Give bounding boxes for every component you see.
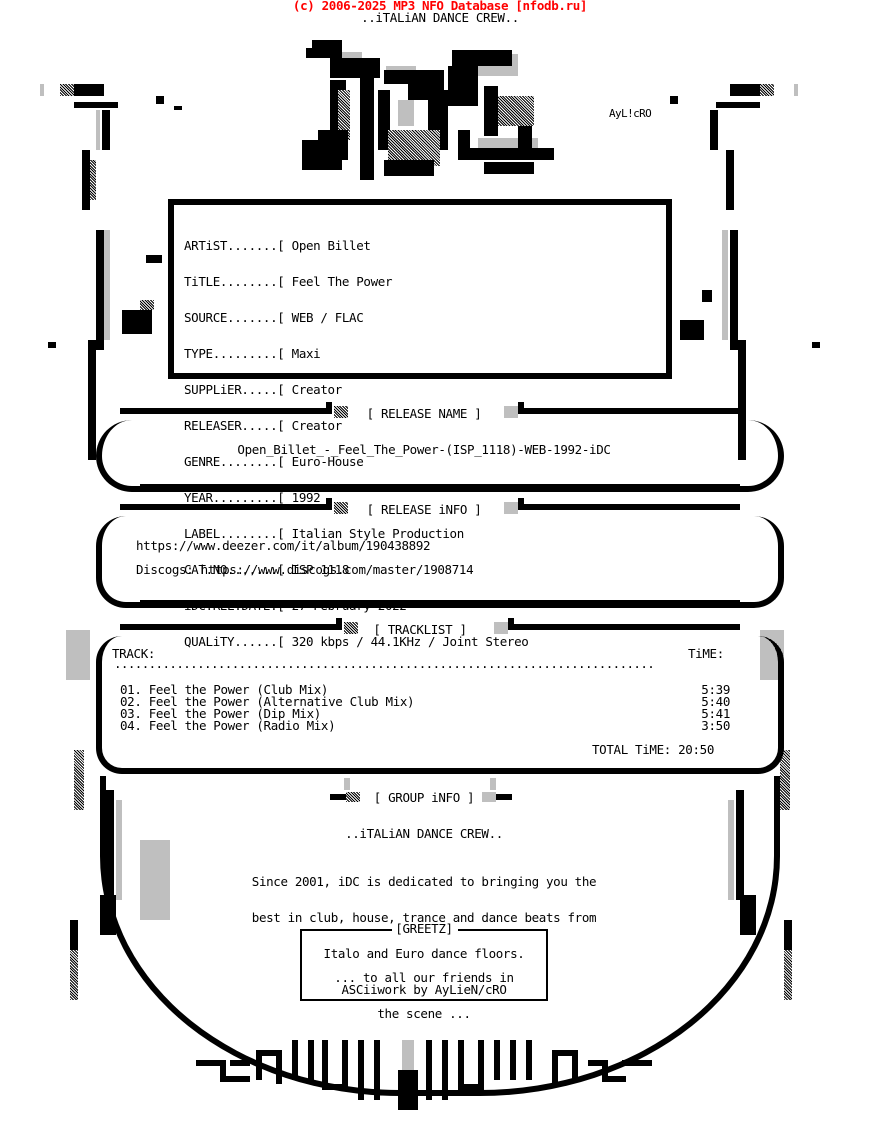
type-value: Maxi: [291, 346, 321, 361]
greetz-title: [GREETZ]: [395, 921, 453, 936]
total-time-label: TOTAL TiME:: [592, 742, 671, 757]
bottom-meander-ornament: [196, 1030, 656, 1110]
info-row-source: SOURCE.......[ WEB / FLAC: [184, 310, 364, 325]
ornament-top-right: [640, 80, 840, 110]
discogs-link[interactable]: Discogs: https://www.discogs.com/master/…: [136, 563, 474, 576]
track-time: 3:50: [701, 718, 730, 733]
track-number: 04.: [120, 718, 142, 733]
group-name: ..iTALiAN DANCE CREW..: [345, 826, 503, 841]
deezer-link[interactable]: https://www.deezer.com/it/album/19043889…: [136, 539, 431, 552]
info-row-title: TiTLE........[ Feel The Power: [184, 274, 393, 289]
tracklist-bottom-rule: [140, 768, 740, 774]
artist-value: Open Billet: [291, 238, 371, 253]
source-value: WEB / FLAC: [291, 310, 364, 325]
track-list: 01. Feel the Power (Club Mix) 5:39 02. Fe…: [120, 683, 730, 733]
track-row[interactable]: 04. Feel the Power (Radio Mix) 3:50: [120, 718, 730, 733]
release-info-title: [ RELEASE iNFO ]: [366, 502, 482, 517]
greetz-line: the scene ...: [377, 1006, 471, 1021]
release-name-bottom-rule: [140, 484, 740, 490]
ascii-credit: ASCiiwork by AyLieN/cRO: [341, 982, 507, 997]
idc-logo: [288, 30, 568, 180]
description-line: Since 2001, iDC is dedicated to bringing…: [251, 874, 597, 889]
release-name-title: [ RELEASE NAME ]: [366, 406, 482, 421]
total-time: TOTAL TiME: 20:50: [592, 742, 715, 757]
ornament-top-left: [40, 80, 230, 110]
tracklist-divider: ........................................…: [114, 658, 655, 670]
group-tagline: ..iTALiAN DANCE CREW..: [361, 10, 519, 25]
title-value: Feel The Power: [291, 274, 393, 289]
info-row-type: TYPE.........[ Maxi: [184, 346, 321, 361]
release-name-value: Open_Billet_-_Feel_The_Power-(ISP_1118)-…: [237, 442, 611, 457]
total-time-value: 20:50: [678, 742, 715, 757]
release-info-bottom-rule: [140, 600, 740, 606]
info-row-artist: ARTiST.......[ Open Billet: [184, 238, 371, 253]
artist-tag: AyL!cRO: [609, 107, 652, 120]
supplier-value: Creator: [291, 382, 343, 397]
track-title: Feel the Power (Radio Mix): [148, 718, 336, 733]
tracklist-title: [ TRACKLIST ]: [373, 622, 467, 637]
info-row-supplier: SUPPLiER.....[ Creator: [184, 382, 343, 397]
